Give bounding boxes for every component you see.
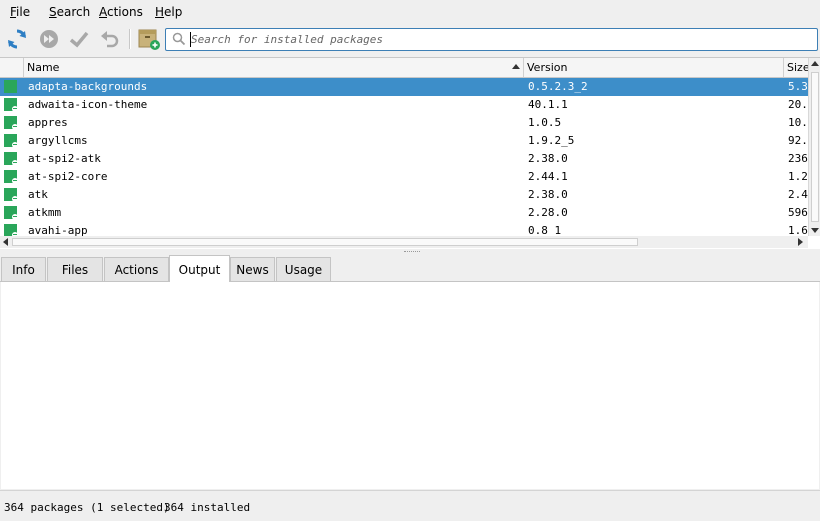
package-size: 92. (788, 134, 808, 147)
horizontal-scrollbar[interactable] (0, 236, 808, 248)
search-box[interactable] (165, 28, 818, 51)
column-header-size[interactable]: Size (784, 58, 808, 77)
package-size: 1.2 (788, 170, 808, 183)
installed-icon (4, 224, 18, 236)
table-row[interactable]: avahi-app 0.8_1 1.6 (0, 222, 808, 236)
menu-search[interactable]: Search (49, 5, 90, 19)
menu-bar: File Search Actions Help (0, 0, 820, 23)
splitter-grip-icon[interactable] (404, 251, 420, 254)
vertical-scroll-thumb[interactable] (811, 72, 819, 222)
status-packages: 364 packages (1 selected) (4, 501, 170, 514)
package-table: Name Version Size adapta-backgrounds 0.5… (0, 57, 820, 250)
installed-icon (4, 152, 18, 166)
refresh-button[interactable] (4, 26, 30, 52)
status-bar: 364 packages (1 selected) 364 installed (0, 490, 820, 521)
vertical-scrollbar[interactable] (808, 58, 820, 236)
package-name: atk (28, 188, 48, 201)
scroll-left-icon[interactable] (3, 238, 8, 246)
column-header-version[interactable]: Version (524, 58, 784, 77)
menu-help[interactable]: Help (155, 5, 182, 19)
column-header-name[interactable]: Name (24, 58, 524, 77)
table-row[interactable]: atk 2.38.0 2.4 (0, 186, 808, 204)
scroll-right-icon[interactable] (798, 238, 803, 246)
installed-icon (4, 116, 18, 130)
package-size: 2.4 (788, 188, 808, 201)
toolbar-separator (129, 29, 131, 49)
search-input[interactable] (191, 30, 791, 49)
table-row[interactable]: adwaita-icon-theme 40.1.1 20. (0, 96, 808, 114)
package-name: atkmm (28, 206, 62, 219)
details-tabs: Info Files Actions News Usage (0, 255, 820, 282)
package-name: argyllcms (28, 134, 88, 147)
tab-usage[interactable]: Usage (276, 257, 331, 281)
package-size: 20. (788, 98, 808, 111)
installed-icon (4, 206, 18, 220)
table-row[interactable]: atkmm 2.28.0 596 (0, 204, 808, 222)
package-size: 5.3 (788, 80, 808, 93)
tab-actions[interactable]: Actions (104, 257, 169, 281)
column-header-status[interactable] (0, 58, 24, 77)
column-header-name-label: Name (27, 61, 60, 74)
column-header-version-label: Version (527, 61, 568, 74)
package-version: 40.1.1 (528, 98, 568, 111)
installed-icon (4, 134, 18, 148)
sort-ascending-icon (512, 64, 520, 69)
package-version: 2.38.0 (528, 188, 568, 201)
scroll-down-icon[interactable] (811, 228, 819, 233)
upgrade-all-button[interactable] (36, 26, 62, 52)
package-version: 0.5.2.3_2 (528, 80, 588, 93)
tab-news[interactable]: News (230, 257, 275, 281)
package-name: appres (28, 116, 68, 129)
package-name: at-spi2-atk (28, 152, 101, 165)
fast-forward-icon (38, 28, 60, 50)
output-pane[interactable] (1, 282, 819, 489)
package-version: 1.0.5 (528, 116, 562, 129)
tab-files[interactable]: Files (47, 257, 103, 281)
tab-output[interactable]: Output (169, 255, 230, 282)
column-header-size-label: Size (787, 61, 808, 74)
menu-actions[interactable]: Actions (99, 5, 143, 19)
horizontal-scroll-thumb[interactable] (12, 238, 638, 246)
apply-checkmark-icon (68, 28, 90, 50)
undo-button[interactable] (97, 26, 123, 52)
package-name: adwaita-icon-theme (28, 98, 148, 111)
table-row[interactable]: argyllcms 1.9.2_5 92. (0, 132, 808, 150)
refresh-icon (6, 28, 28, 50)
installed-icon (4, 170, 18, 184)
package-size: 596 (788, 206, 808, 219)
installed-icon (4, 98, 18, 112)
search-icon (172, 32, 186, 49)
package-version: 2.44.1 (528, 170, 568, 183)
package-name: at-spi2-core (28, 170, 108, 183)
apply-button[interactable] (66, 26, 92, 52)
package-size: 10. (788, 116, 808, 129)
package-size: 1.6 (788, 224, 808, 236)
package-name: avahi-app (28, 224, 88, 236)
menu-file[interactable]: File (10, 5, 30, 19)
package-version: 2.28.0 (528, 206, 568, 219)
package-version: 1.9.2_5 (528, 134, 575, 147)
package-version: 0.8_1 (528, 224, 562, 236)
installed-icon (4, 188, 18, 202)
tab-info[interactable]: Info (1, 257, 46, 281)
package-version: 2.38.0 (528, 152, 568, 165)
package-name: adapta-backgrounds (28, 80, 148, 93)
undo-icon (99, 28, 121, 50)
install-local-button[interactable] (136, 26, 162, 52)
table-row[interactable]: at-spi2-atk 2.38.0 236 (0, 150, 808, 168)
status-installed: 364 installed (164, 501, 251, 514)
install-package-icon (137, 27, 161, 51)
table-row[interactable]: at-spi2-core 2.44.1 1.2 (0, 168, 808, 186)
table-row[interactable]: appres 1.0.5 10. (0, 114, 808, 132)
installed-icon (4, 80, 17, 93)
table-body: adapta-backgrounds 0.5.2.3_2 5.3 adwaita… (0, 78, 808, 236)
table-header: Name Version Size (0, 58, 808, 78)
scroll-up-icon[interactable] (811, 61, 819, 66)
table-row[interactable]: adapta-backgrounds 0.5.2.3_2 5.3 (0, 78, 808, 96)
package-size: 236 (788, 152, 808, 165)
